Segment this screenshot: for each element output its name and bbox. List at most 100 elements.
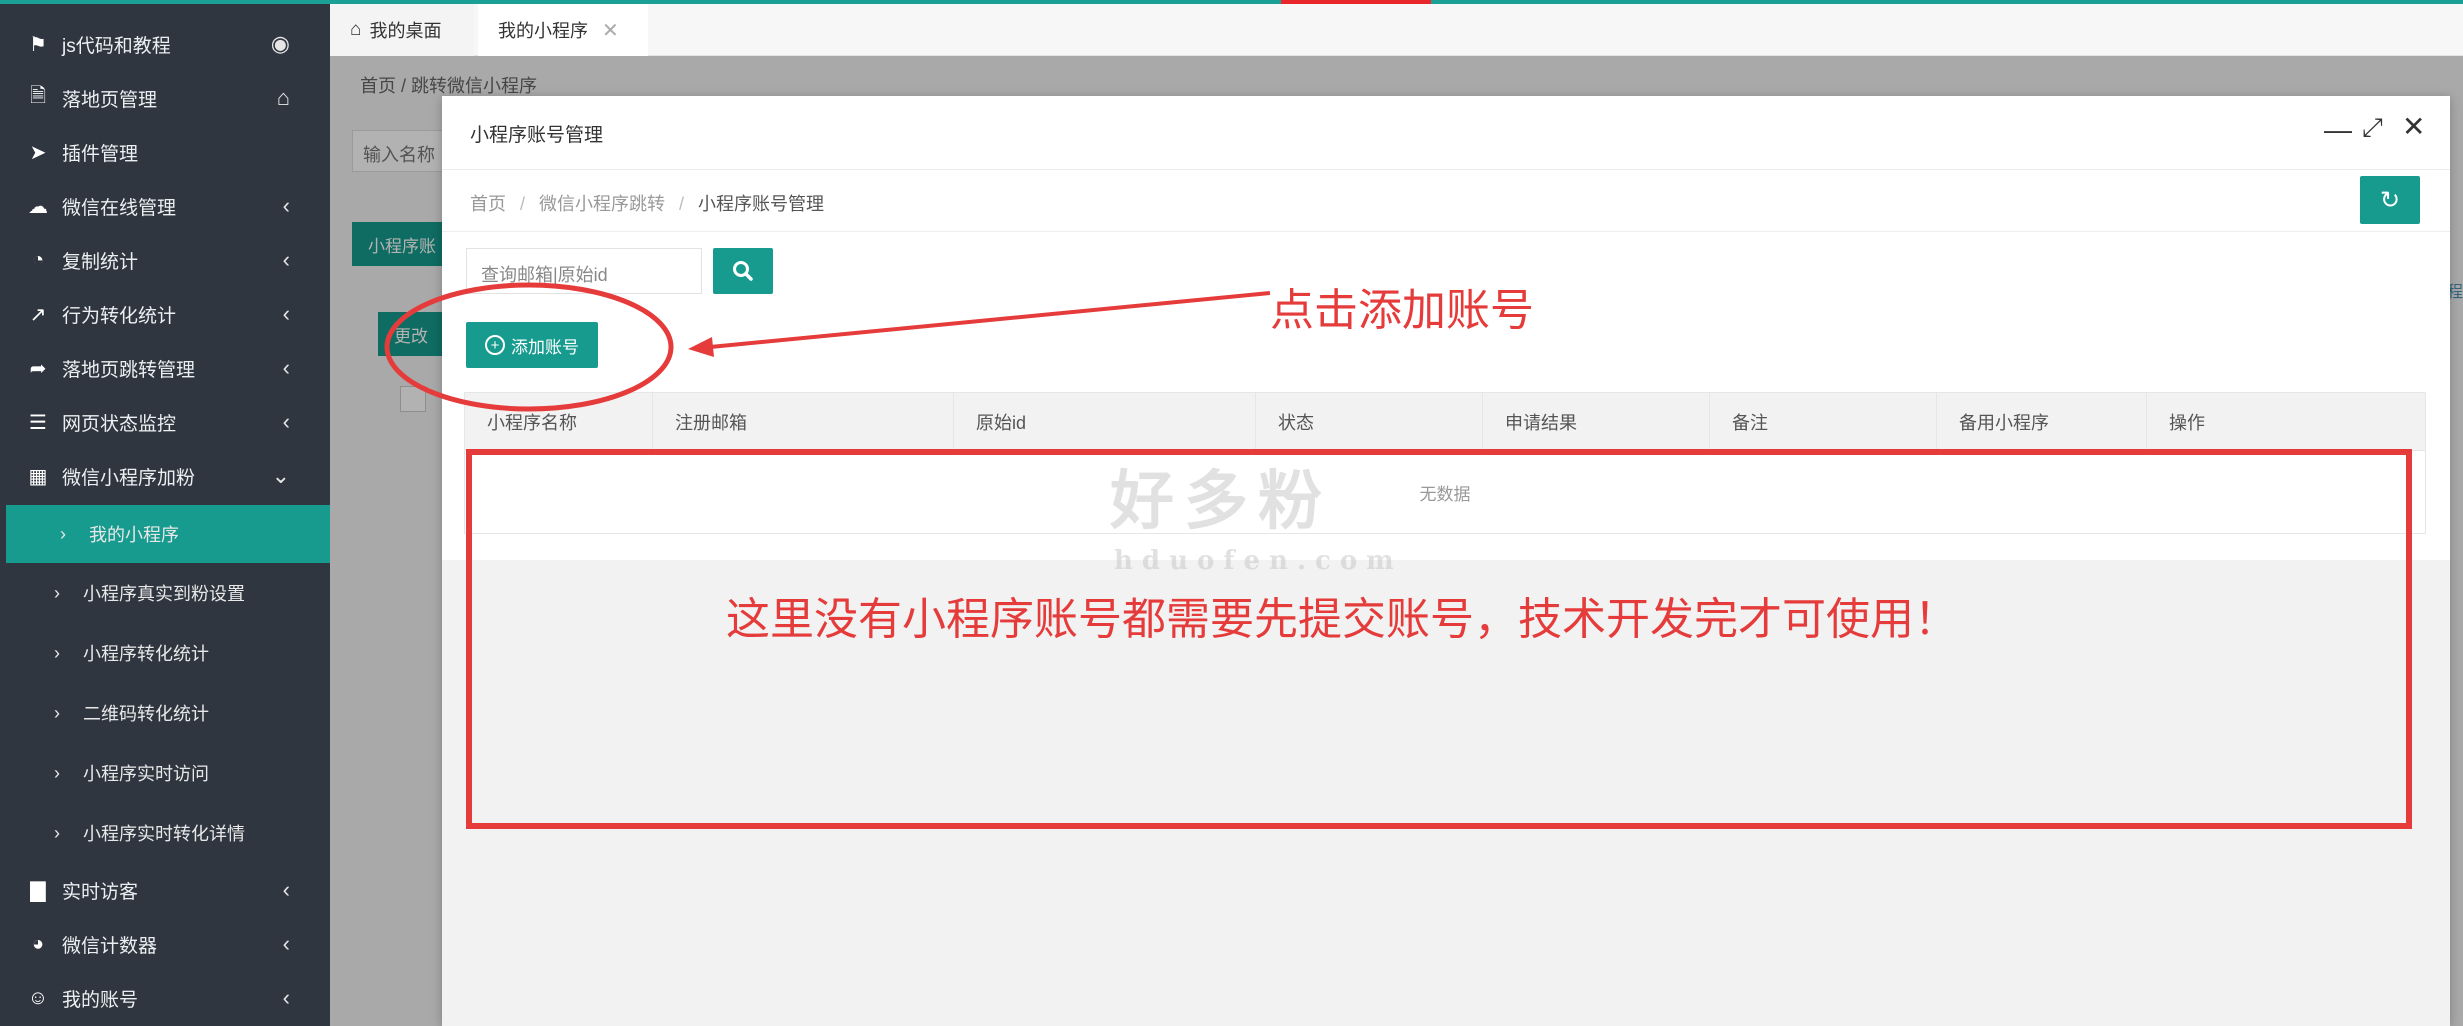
close-icon[interactable]: ✕	[602, 18, 619, 43]
watermark-logo-text: 好多粉	[1110, 464, 1332, 539]
list-icon: ☰	[29, 411, 47, 434]
sidebar-subitem-conversion-stats[interactable]: › 小程序转化统计	[0, 626, 330, 680]
account-table: 小程序名称 注册邮箱 原始id 状态 申请结果 备注 备用小程序 操作 无数据	[464, 392, 2426, 534]
sidebar-item-my-account[interactable]: ☺ 我的账号 ‹	[0, 971, 330, 1025]
wechat-icon: ☁	[28, 195, 48, 218]
pie-chart-icon: ◕	[31, 932, 45, 955]
account-management-modal: 小程序账号管理 — ⤢ ✕ 首页 / 微信小程序跳转 / 小程序账号管理 ↻ 查询邮箱|…	[442, 96, 2450, 1026]
sidebar-item-label: 复制统计	[62, 251, 139, 273]
tab-my-miniprogram[interactable]: 我的小程序 ✕	[478, 4, 648, 56]
sidebar-item-behavior-stats[interactable]: ↗ 行为转化统计 ‹	[0, 287, 330, 341]
modal-header: 小程序账号管理 — ⤢ ✕	[442, 96, 2450, 170]
sidebar-subitem-realtime-conversion[interactable]: › 小程序实时转化详情	[0, 806, 330, 860]
sidebar-item-copy-stats[interactable]: ◔ 复制统计 ‹	[0, 233, 330, 287]
sidebar: ⚑ js代码和教程 ◉ 🗎 落地页管理 ⌂ ➤ 插件管理 ☁ 微信在线管理 ‹ …	[0, 0, 330, 1026]
sidebar-item-landing-pages[interactable]: 🗎 落地页管理 ⌂	[0, 71, 330, 125]
eye-icon[interactable]: ◉	[271, 31, 290, 57]
home-icon: ⌂	[350, 19, 362, 40]
sidebar-item-plugins[interactable]: ➤ 插件管理	[0, 125, 330, 179]
sidebar-subitem-qrcode-stats[interactable]: › 二维码转化统计	[0, 686, 330, 740]
search-icon	[733, 261, 753, 281]
chevron-right-icon: ›	[54, 582, 60, 603]
breadcrumb: 首页 / 微信小程序跳转 / 小程序账号管理	[470, 194, 825, 214]
table-header: 小程序名称 注册邮箱 原始id 状态 申请结果 备注 备用小程序 操作	[465, 393, 2425, 451]
annotation-box-text: 这里没有小程序账号都需要先提交账号，技术开发完才可使用！	[726, 594, 1958, 645]
close-icon[interactable]: ✕	[2402, 113, 2425, 141]
chevron-left-icon: ‹	[282, 301, 290, 326]
column-header: 注册邮箱	[653, 393, 954, 451]
column-header: 操作	[2169, 413, 2205, 433]
home-icon[interactable]: ⌂	[277, 85, 290, 111]
add-account-button[interactable]: + 添加账号	[466, 322, 598, 368]
chevron-right-icon: ›	[54, 702, 60, 723]
maximize-icon[interactable]: ⤢	[2362, 114, 2383, 140]
line-chart-icon: ↗	[29, 303, 47, 326]
tab-bar: ⌂ 我的桌面 我的小程序 ✕	[330, 4, 2463, 56]
plus-circle-icon: +	[485, 335, 505, 355]
empty-table-message: 无数据	[1419, 484, 1471, 504]
sidebar-item-label: 小程序真实到粉设置	[83, 584, 245, 604]
breadcrumb-miniprogram-jump[interactable]: 微信小程序跳转	[539, 194, 665, 214]
sidebar-item-miniprogram-fans[interactable]: ▦ 微信小程序加粉 ⌄	[0, 449, 330, 503]
sidebar-item-realtime-visitors[interactable]: ▇ 实时访客 ‹	[0, 863, 330, 917]
chevron-right-icon: ›	[54, 762, 60, 783]
breadcrumb-current: 小程序账号管理	[698, 194, 825, 214]
annotation-arrow-text: 点击添加账号	[1270, 285, 1534, 336]
bar-chart-icon: ▇	[30, 879, 46, 902]
chevron-left-icon: ‹	[282, 985, 290, 1010]
sidebar-subitem-realtime-visits[interactable]: › 小程序实时访问	[0, 746, 330, 800]
sidebar-subitem-real-fans[interactable]: › 小程序真实到粉设置	[0, 566, 330, 620]
column-header: 小程序名称	[465, 393, 653, 451]
column-header: 备用小程序	[1937, 393, 2147, 451]
chevron-down-icon: ⌄	[271, 463, 290, 488]
share-arrow-icon: ➦	[29, 357, 47, 380]
sidebar-item-label: 落地页管理	[62, 89, 158, 111]
column-header: 备注	[1710, 393, 1937, 451]
breadcrumb-bar: 首页 / 微信小程序跳转 / 小程序账号管理 ↻	[442, 170, 2450, 232]
sidebar-item-label: 小程序转化统计	[83, 644, 209, 664]
add-account-label: 添加账号	[511, 337, 579, 357]
watermark: 好多粉 hduofen.com	[1110, 450, 1403, 576]
tab-label: 我的小程序	[498, 21, 588, 41]
chevron-left-icon: ‹	[282, 193, 290, 218]
refresh-button[interactable]: ↻	[2360, 176, 2420, 224]
column-header: 原始id	[954, 393, 1256, 451]
chevron-left-icon: ‹	[282, 355, 290, 380]
sidebar-item-label: 微信计数器	[62, 935, 158, 957]
sidebar-item-label: 微信在线管理	[62, 197, 177, 219]
refresh-icon: ↻	[2379, 186, 2401, 214]
calendar-icon: ▦	[28, 465, 48, 488]
watermark-url: hduofen.com	[1114, 546, 1403, 576]
sidebar-item-landing-redirect[interactable]: ➦ 落地页跳转管理 ‹	[0, 341, 330, 395]
sidebar-item-wechat-online[interactable]: ☁ 微信在线管理 ‹	[0, 179, 330, 233]
sidebar-item-label: 网页状态监控	[62, 413, 177, 435]
chevron-left-icon: ‹	[282, 247, 290, 272]
chevron-left-icon: ‹	[282, 931, 290, 956]
user-icon: ☺	[27, 986, 49, 1009]
sidebar-subitem-my-miniprogram[interactable]: › 我的小程序	[6, 505, 330, 563]
search-input[interactable]: 查询邮箱|原始id	[466, 248, 702, 294]
sidebar-item-label: 二维码转化统计	[83, 704, 209, 724]
sidebar-item-label: 小程序实时访问	[83, 764, 209, 784]
sidebar-item-label: 我的小程序	[89, 525, 179, 545]
tab-my-desktop[interactable]: ⌂ 我的桌面	[330, 4, 474, 56]
paper-plane-icon: ➤	[29, 141, 47, 164]
sidebar-item-wechat-counter[interactable]: ◕ 微信计数器 ‹	[0, 917, 330, 971]
sidebar-item-page-monitor[interactable]: ☰ 网页状态监控 ‹	[0, 395, 330, 449]
sidebar-item-js-tutorial[interactable]: ⚑ js代码和教程 ◉	[0, 17, 330, 71]
pie-chart-icon: ◔	[31, 248, 45, 271]
column-header: 申请结果	[1483, 393, 1710, 451]
sidebar-item-label: 行为转化统计	[62, 305, 177, 327]
chevron-right-icon: ›	[60, 523, 66, 544]
search-button[interactable]	[713, 248, 773, 294]
sidebar-item-label: 小程序实时转化详情	[83, 824, 245, 844]
minimize-icon[interactable]: —	[2324, 116, 2352, 144]
sidebar-item-label: 实时访客	[62, 881, 139, 903]
tab-label: 我的桌面	[369, 21, 442, 41]
sidebar-item-label: 微信小程序加粉	[62, 467, 196, 489]
sidebar-item-label: js代码和教程	[62, 35, 171, 57]
bookmark-icon: ⚑	[29, 33, 47, 56]
top-stripe-highlight	[1281, 0, 1431, 4]
breadcrumb-home[interactable]: 首页	[470, 194, 506, 214]
chevron-left-icon: ‹	[282, 409, 290, 434]
